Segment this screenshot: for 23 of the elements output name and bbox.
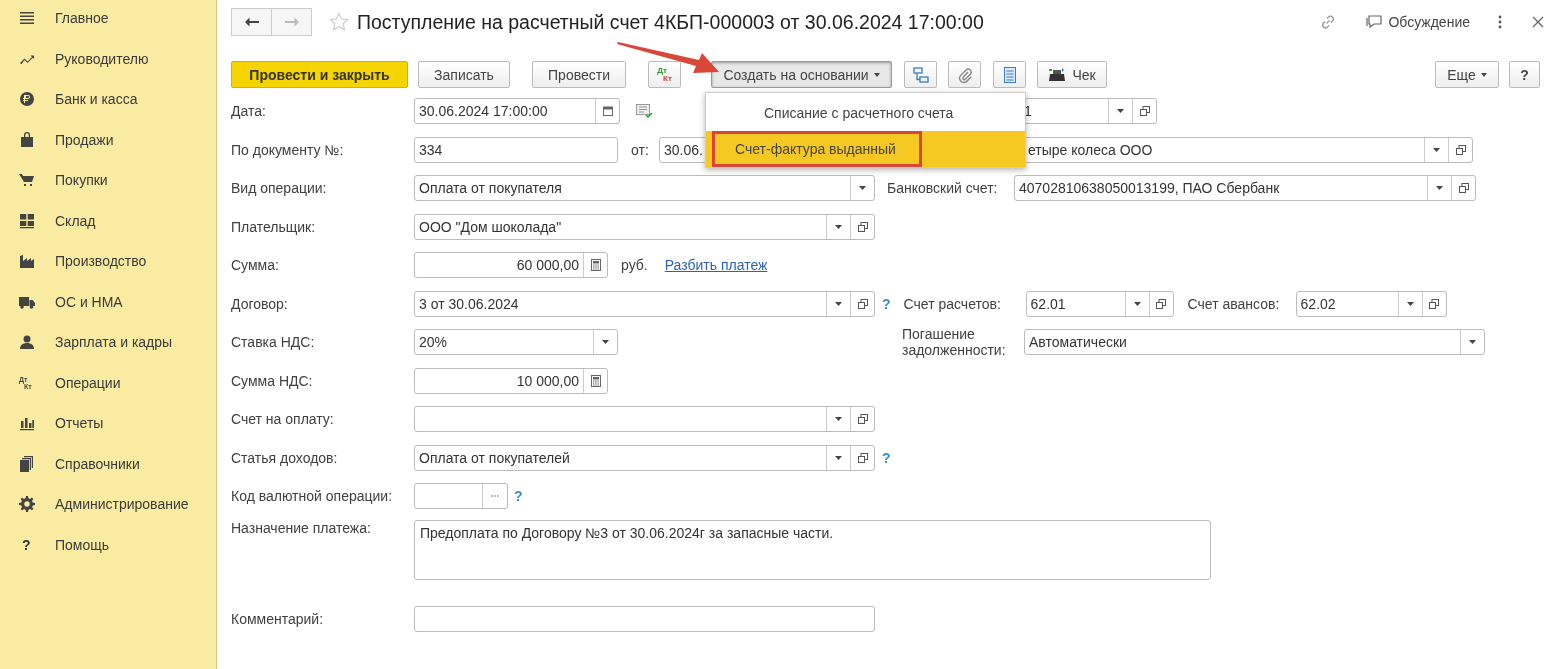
field-label: Счет авансов: [1187, 295, 1281, 312]
field-label: Назначение платежа: [231, 519, 372, 536]
field-label: Счет расчетов: [903, 295, 1002, 312]
menu-item-label: Списание с расчетного счета [763, 104, 955, 123]
field-label: Сумма НДС: [231, 372, 314, 389]
field-label: Банковский счет: [887, 180, 999, 197]
field-label: от: [631, 141, 650, 158]
menu-item-label: Счет-фактура выданный [712, 131, 922, 167]
field-label: Ставка НДС: [231, 334, 316, 351]
field-label: Вид операции: [231, 180, 328, 197]
currency-label: руб. [621, 257, 648, 274]
field-label: Комментарий: [231, 610, 325, 627]
field-label: Код валютной операции: [231, 488, 394, 505]
field-label: Сумма: [231, 257, 280, 274]
field-label: Договор: [231, 295, 289, 312]
field-label: Дата: [231, 103, 267, 120]
field-label: Плательщик: [231, 218, 317, 235]
help-icon: ? [19, 536, 31, 553]
field-label: Счет на оплату: [231, 411, 335, 428]
field-label: Статья доходов: [231, 449, 339, 466]
field-label: Погашение задолженности: [902, 326, 1007, 359]
field-label: По документу №: [231, 141, 345, 158]
document-title: Поступление на расчетный счет 4КБП-000003 от 30.06.2024 17:00:00 [357, 10, 984, 34]
